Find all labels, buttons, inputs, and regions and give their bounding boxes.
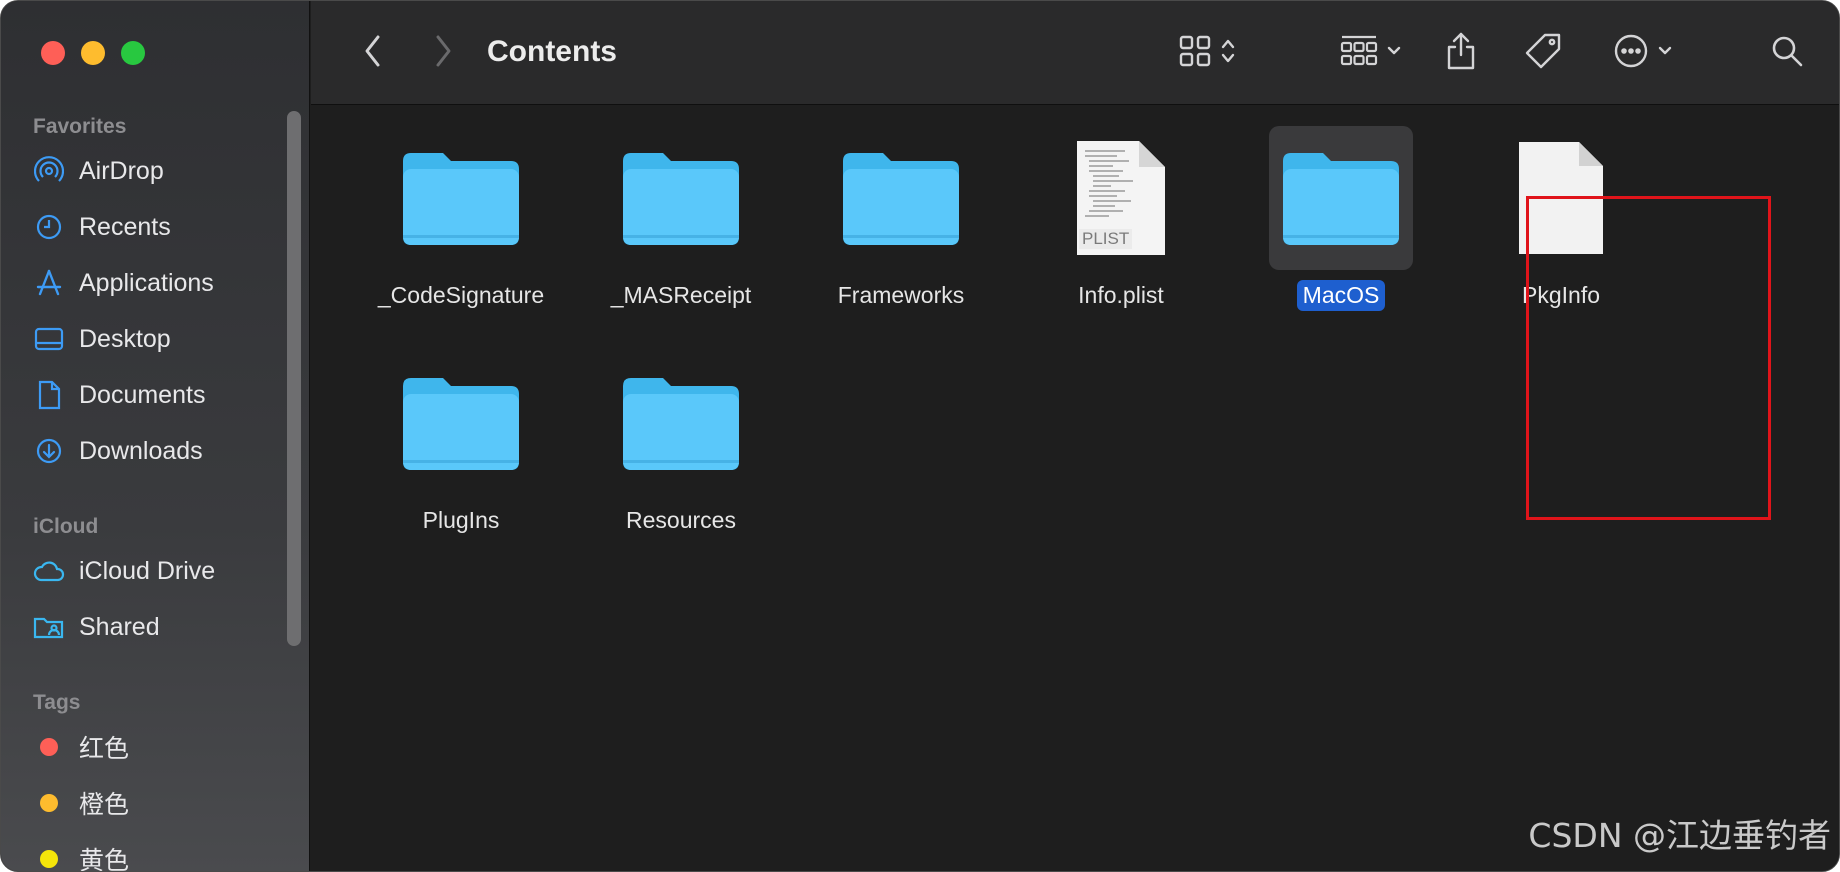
sidebar-section-icloud: iCloud (33, 515, 99, 538)
group-grid-icon (1340, 34, 1378, 73)
sidebar-item-label: 黄色 (79, 847, 130, 872)
zoom-window-button[interactable] (121, 41, 145, 65)
sidebar-section-favorites: Favorites (33, 115, 127, 138)
icon-grid-icon (1178, 34, 1212, 73)
sidebar-item-label: Recents (79, 212, 171, 241)
file-item-plugins[interactable]: PlugIns (356, 351, 566, 536)
file-item-masreceipt[interactable]: _MASReceipt (576, 126, 786, 311)
view-mode-button[interactable] (1169, 31, 1245, 75)
folder-icon (609, 126, 753, 270)
sidebar-scrollbar[interactable] (287, 111, 301, 646)
finder-window: Favorites AirDrop Recents Applications D… (0, 0, 1840, 872)
airdrop-icon (33, 155, 65, 187)
plist-badge: PLIST (1079, 229, 1133, 249)
sidebar-tag-red[interactable]: 红色 (33, 727, 283, 767)
tag-icon (1523, 31, 1563, 76)
clock-icon (33, 211, 65, 243)
sidebar-item-applications[interactable]: Applications (33, 263, 283, 303)
sidebar: Favorites AirDrop Recents Applications D… (1, 1, 310, 872)
sidebar-item-label: Shared (79, 612, 160, 641)
sidebar-section-tags: Tags (33, 691, 81, 714)
search-button[interactable] (1765, 31, 1809, 75)
file-label: MacOS (1296, 280, 1386, 311)
sidebar-item-label: Downloads (79, 436, 203, 465)
tag-red-dot (40, 738, 58, 756)
sidebar-item-documents[interactable]: Documents (33, 375, 283, 415)
file-label: Frameworks (837, 282, 965, 308)
annotation-highlight-box (1526, 196, 1771, 520)
chevron-left-icon (362, 33, 384, 74)
download-icon (33, 435, 65, 467)
sidebar-item-label: Desktop (79, 324, 171, 353)
file-grid: _CodeSignature _MASReceipt Frameworks In… (311, 106, 1839, 871)
sidebar-item-downloads[interactable]: Downloads (33, 431, 283, 471)
window-title: Contents (487, 35, 617, 68)
close-window-button[interactable] (41, 41, 65, 65)
tag-yellow-dot (40, 850, 58, 868)
file-label: Resources (626, 507, 736, 533)
chevron-right-icon (432, 33, 454, 74)
applications-icon (33, 267, 65, 299)
sidebar-item-desktop[interactable]: Desktop (33, 319, 283, 359)
file-label: _CodeSignature (377, 282, 545, 308)
sidebar-tag-orange[interactable]: 橙色 (33, 783, 283, 823)
file-item-codesignature[interactable]: _CodeSignature (356, 126, 566, 311)
more-actions-button[interactable] (1605, 31, 1681, 75)
ellipsis-circle-icon (1613, 33, 1649, 74)
folder-icon (389, 351, 533, 495)
shared-folder-icon (33, 611, 65, 643)
back-button[interactable] (351, 31, 395, 75)
minimize-window-button[interactable] (81, 41, 105, 65)
cloud-icon (33, 555, 65, 587)
file-label: _MASReceipt (610, 282, 752, 308)
sidebar-tag-yellow[interactable]: 黄色 (33, 839, 283, 872)
forward-button[interactable] (421, 31, 465, 75)
sidebar-item-label: iCloud Drive (79, 556, 216, 585)
search-icon (1770, 34, 1804, 73)
sidebar-item-label: 橙色 (79, 791, 130, 819)
tag-orange-dot (40, 794, 58, 812)
file-item-frameworks[interactable]: Frameworks (796, 126, 1006, 311)
sidebar-item-icloud-drive[interactable]: iCloud Drive (33, 551, 283, 591)
document-icon (33, 379, 65, 411)
group-by-button[interactable] (1333, 31, 1409, 75)
watermark-text: CSDN @江边垂钓者 (1528, 816, 1831, 855)
chevron-down-icon (1657, 44, 1673, 62)
sidebar-item-airdrop[interactable]: AirDrop (33, 151, 283, 191)
folder-icon (389, 126, 533, 270)
chevron-down-icon (1386, 44, 1402, 62)
sidebar-item-label: AirDrop (79, 156, 164, 185)
file-item-info-plist[interactable]: Info.plist (1016, 126, 1226, 311)
file-label: Info.plist (1078, 282, 1164, 308)
share-icon (1445, 31, 1477, 76)
share-button[interactable] (1439, 31, 1483, 75)
sidebar-item-recents[interactable]: Recents (33, 207, 283, 247)
desktop-icon (33, 323, 65, 355)
folder-icon (1269, 126, 1413, 270)
sidebar-item-shared[interactable]: Shared (33, 607, 283, 647)
folder-icon (609, 351, 753, 495)
file-label: PlugIns (422, 507, 500, 533)
sidebar-item-label: Documents (79, 380, 206, 409)
toolbar: Contents (311, 1, 1839, 105)
file-item-resources[interactable]: Resources (576, 351, 786, 536)
tags-button[interactable] (1521, 31, 1565, 75)
sidebar-item-label: 红色 (79, 735, 130, 763)
folder-icon (829, 126, 973, 270)
sidebar-item-label: Applications (79, 268, 214, 297)
file-item-macos[interactable]: MacOS (1236, 126, 1446, 311)
chevron-updown-icon (1220, 36, 1236, 71)
